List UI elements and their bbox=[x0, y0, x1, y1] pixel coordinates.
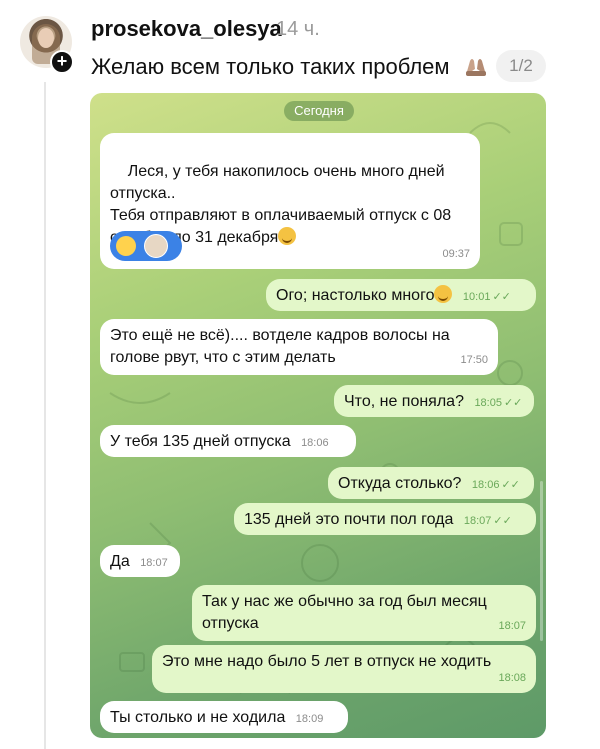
message-outgoing[interactable]: Что, не поняла? 18:05 ✓✓ bbox=[334, 385, 534, 417]
message-incoming[interactable]: Да 18:07 bbox=[100, 545, 180, 577]
message-text: У тебя 135 дней отпуска bbox=[110, 433, 291, 450]
message-time: 18:09 bbox=[295, 713, 324, 725]
message-incoming[interactable]: У тебя 135 дней отпуска 18:06 bbox=[100, 425, 356, 457]
message-outgoing[interactable]: Это мне надо было 5 лет в отпуск не ходи… bbox=[152, 645, 536, 693]
message-time: 10:01 bbox=[462, 291, 491, 303]
chat-scrollbar[interactable] bbox=[540, 481, 543, 641]
reactions[interactable] bbox=[110, 231, 182, 261]
laughing-face-icon bbox=[434, 285, 453, 303]
message-text: Что, не поняла? bbox=[344, 393, 464, 410]
reaction-avatar bbox=[144, 234, 168, 258]
message-incoming[interactable]: Это ещё не всё).... вотделе кадров волос… bbox=[100, 319, 498, 375]
praying-hands-icon bbox=[466, 59, 486, 76]
message-text: Это мне надо было 5 лет в отпуск не ходи… bbox=[162, 653, 492, 670]
message-outgoing[interactable]: Так у нас же обычно за год был месяц отп… bbox=[192, 585, 536, 641]
read-check-icon: ✓✓ bbox=[503, 397, 523, 409]
date-label: Сегодня bbox=[284, 101, 354, 121]
message-time: 18:06 bbox=[471, 479, 500, 491]
follow-plus-icon[interactable]: + bbox=[50, 50, 74, 74]
post-time: 14 ч. bbox=[276, 18, 320, 40]
message-time: 09:37 bbox=[442, 248, 470, 260]
message-time: 18:08 bbox=[498, 672, 526, 684]
read-check-icon: ✓✓ bbox=[501, 479, 520, 491]
message-incoming[interactable]: Леся, у тебя накопилось очень много дней… bbox=[100, 133, 480, 269]
message-time: 18:05 bbox=[474, 397, 502, 409]
read-check-icon: ✓✓ bbox=[492, 291, 511, 303]
message-time: 18:07 bbox=[140, 557, 168, 569]
scream-emoji-icon bbox=[116, 236, 136, 256]
message-text: Откуда столько? bbox=[338, 475, 462, 492]
message-outgoing[interactable]: Ого; настолько много 10:01 ✓✓ bbox=[266, 279, 536, 311]
message-time: 18:06 bbox=[301, 437, 329, 449]
page-counter: 1/2 bbox=[496, 50, 546, 82]
read-check-icon: ✓✓ bbox=[493, 515, 512, 527]
thread-line bbox=[44, 82, 46, 749]
username[interactable]: prosekova_olesya bbox=[91, 16, 282, 42]
message-time: 18:07 bbox=[498, 620, 526, 632]
message-text: Так у нас же обычно за год был месяц отп… bbox=[202, 593, 487, 632]
message-text: Ты столько и не ходила bbox=[110, 709, 286, 726]
message-outgoing[interactable]: Откуда столько? 18:06 ✓✓ bbox=[328, 467, 534, 499]
message-text: Ого; настолько много bbox=[276, 287, 435, 304]
chat-screenshot[interactable]: Сегодня Леся, у тебя накопилось очень мн… bbox=[90, 93, 546, 738]
message-time: 17:50 bbox=[460, 354, 488, 366]
upside-down-face-icon bbox=[278, 227, 297, 245]
message-time: 18:07 bbox=[463, 515, 492, 527]
message-incoming[interactable]: Ты столько и не ходила 18:09 bbox=[100, 701, 348, 733]
post-caption: Желаю всем только таких проблем bbox=[91, 54, 450, 79]
message-outgoing[interactable]: 135 дней это почти пол года 18:07 ✓✓ bbox=[234, 503, 536, 535]
message-text: Это ещё не всё).... вотделе кадров волос… bbox=[110, 327, 450, 366]
message-text: Да bbox=[110, 553, 130, 570]
message-text: 135 дней это почти пол года bbox=[244, 511, 454, 528]
